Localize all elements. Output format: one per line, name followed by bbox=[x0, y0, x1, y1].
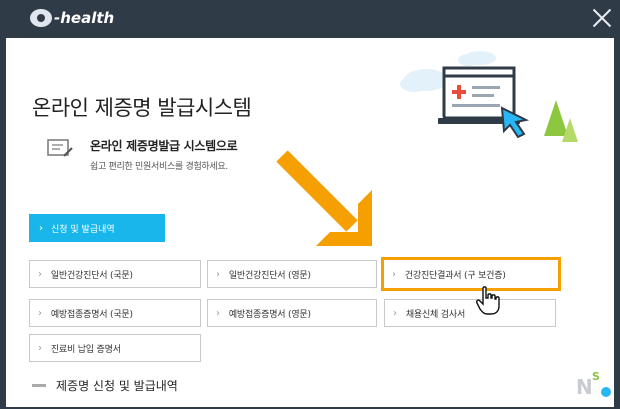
chevron-right-icon: › bbox=[38, 342, 42, 354]
watermark-logo: N S bbox=[576, 370, 611, 399]
app-name: -health bbox=[54, 9, 115, 27]
option-label: 채용신체 검사서 bbox=[405, 309, 466, 320]
chevron-right-icon: › bbox=[392, 268, 396, 280]
monitor-plus-icon bbox=[400, 51, 578, 142]
logo-icon bbox=[30, 9, 52, 27]
chevron-right-icon: › bbox=[216, 268, 220, 280]
section-heading: 제증명 신청 및 발급내역 bbox=[32, 377, 178, 394]
chevron-right-icon: › bbox=[393, 307, 397, 319]
option-label: 진료비 납입 증명서 bbox=[50, 344, 121, 355]
close-icon[interactable] bbox=[591, 7, 613, 29]
apply-history-label: 신청 및 발급내역 bbox=[51, 224, 115, 235]
chevron-right-icon: › bbox=[216, 307, 220, 319]
option-label: 일반건강진단서 (영문) bbox=[228, 270, 311, 281]
page-title: 온라인 제증명 발급시스템 bbox=[32, 96, 252, 120]
title-bar: -health bbox=[0, 0, 620, 38]
option-medical-payment[interactable]: › 진료비 납입 증명서 bbox=[29, 334, 201, 362]
app-window: -health 온라인 제증명 발급시스템 온라인 제증명발급 시스템으로 쉽고… bbox=[0, 0, 620, 409]
intro-heading: 온라인 제증명발급 시스템으로 bbox=[90, 139, 238, 153]
option-employment-exam[interactable]: › 채용신체 검사서 bbox=[384, 299, 556, 327]
chevron-right-icon: › bbox=[38, 307, 42, 319]
main-content: 온라인 제증명 발급시스템 온라인 제증명발급 시스템으로 쉽고 편리한 민원서… bbox=[6, 38, 614, 407]
option-label: 건강진단결과서 (구 보건증) bbox=[404, 270, 506, 281]
option-label: 예방접종증명서 (영문) bbox=[228, 309, 311, 320]
section-bar bbox=[32, 384, 46, 387]
section-title: 제증명 신청 및 발급내역 bbox=[56, 379, 178, 393]
option-label: 예방접종증명서 (국문) bbox=[50, 309, 133, 320]
svg-text:S: S bbox=[592, 370, 600, 383]
apply-history-button[interactable]: › 신청 및 발급내역 bbox=[29, 214, 165, 242]
arrow-icon bbox=[276, 150, 372, 246]
chevron-right-icon: › bbox=[38, 268, 42, 280]
option-health-check-result[interactable]: › 건강진단결과서 (구 보건증) bbox=[381, 257, 561, 291]
option-vaccination-en[interactable]: › 예방접종증명서 (영문) bbox=[207, 299, 377, 327]
app-logo: -health bbox=[30, 8, 114, 28]
hand-cursor-icon bbox=[476, 286, 500, 315]
option-label: 일반건강진단서 (국문) bbox=[50, 270, 133, 281]
svg-text:N: N bbox=[576, 375, 593, 399]
option-vaccination-kr[interactable]: › 예방접종증명서 (국문) bbox=[29, 299, 201, 327]
option-general-health-kr[interactable]: › 일반건강진단서 (국문) bbox=[29, 260, 201, 288]
intro-subtext: 쉽고 편리한 민원서비스를 경험하세요. bbox=[90, 162, 228, 172]
option-general-health-en[interactable]: › 일반건강진단서 (영문) bbox=[207, 260, 377, 288]
chevron-right-icon: › bbox=[39, 222, 43, 234]
document-edit-icon bbox=[47, 139, 73, 157]
